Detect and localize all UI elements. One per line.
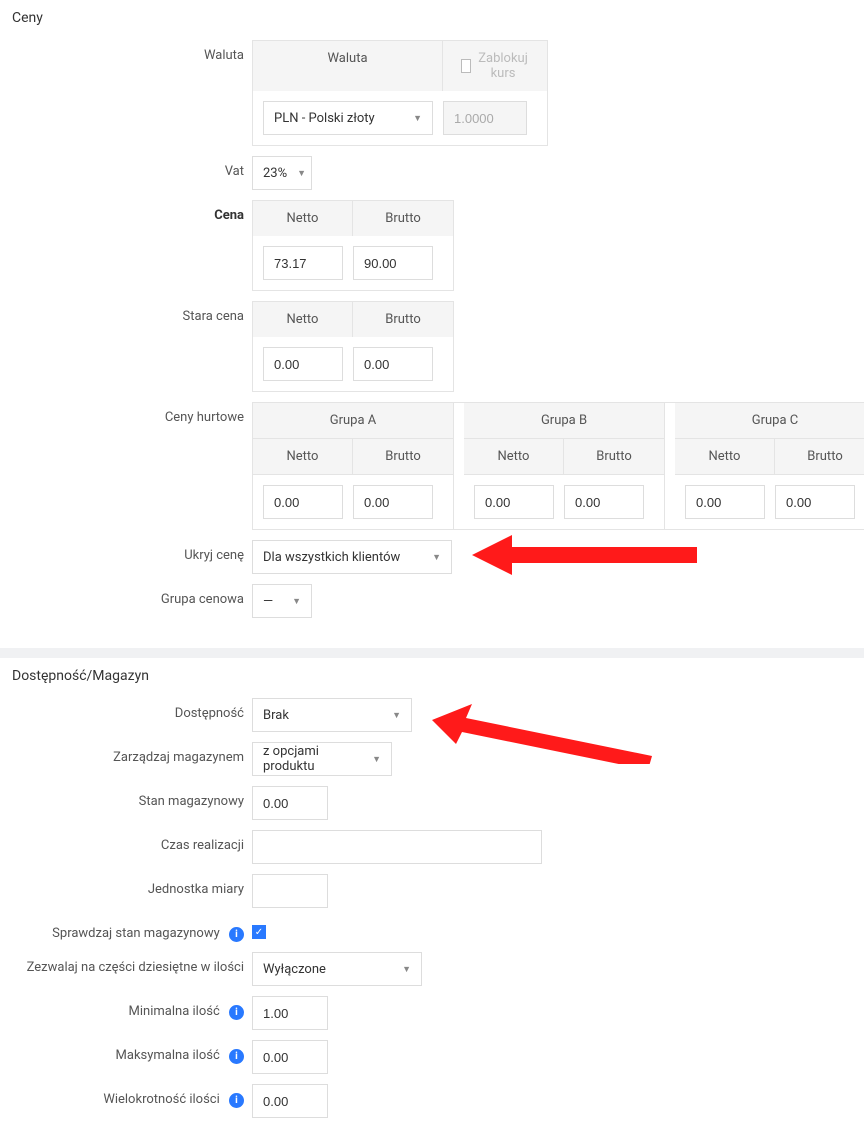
- annotation-arrow-icon: [472, 530, 702, 580]
- info-icon: i: [229, 927, 244, 942]
- hide-price-row: Ukryj cenę Dla wszystkich klientów ▼: [10, 540, 854, 574]
- max-qty-label: Maksymalna ilość i: [10, 1040, 252, 1064]
- check-stock-checkbox[interactable]: ✓: [252, 925, 266, 939]
- chevron-down-icon: ▼: [297, 168, 306, 179]
- stock-level-input[interactable]: [252, 786, 328, 820]
- price-brutto-input[interactable]: [353, 246, 433, 280]
- price-group-select[interactable]: — ▼: [252, 584, 312, 618]
- old-price-brutto-input[interactable]: [353, 347, 433, 381]
- group-a-brutto[interactable]: [353, 485, 433, 519]
- chevron-down-icon: ▼: [292, 596, 301, 607]
- info-icon: i: [229, 1005, 244, 1020]
- min-qty-row: Minimalna ilość i: [10, 996, 854, 1030]
- max-qty-input[interactable]: [252, 1040, 328, 1074]
- group-b-brutto[interactable]: [564, 485, 644, 519]
- lock-rate-checkbox[interactable]: [461, 59, 471, 73]
- wholesale-label: Ceny hurtowe: [10, 402, 252, 425]
- vat-row: Vat 23% ▼: [10, 156, 854, 190]
- rate-input: [443, 101, 527, 135]
- group-name: Grupa A: [253, 403, 453, 438]
- prices-title: Ceny: [10, 10, 854, 26]
- brutto-header: Brutto: [353, 201, 453, 236]
- price-netto-input[interactable]: [263, 246, 343, 280]
- min-qty-label: Minimalna ilość i: [10, 996, 252, 1020]
- wholesale-group-b: Grupa B Netto Brutto: [464, 403, 665, 529]
- currency-box: Waluta Zablokuj kurs PLN - Polski złoty …: [252, 40, 548, 146]
- max-qty-row: Maksymalna ilość i: [10, 1040, 854, 1074]
- min-qty-input[interactable]: [252, 996, 328, 1030]
- stock-level-label: Stan magazynowy: [10, 786, 252, 809]
- old-price-box: Netto Brutto: [252, 301, 454, 392]
- stock-level-row: Stan magazynowy: [10, 786, 854, 820]
- price-label: Cena: [10, 200, 252, 223]
- unit-label: Jednostka miary: [10, 874, 252, 897]
- check-stock-row: Sprawdzaj stan magazynowy i ✓: [10, 918, 854, 942]
- lock-rate-cell: Zablokuj kurs: [443, 41, 547, 91]
- manage-label: Zarządzaj magazynem: [10, 742, 252, 765]
- chevron-down-icon: ▼: [392, 710, 401, 721]
- chevron-down-icon: ▼: [402, 964, 411, 975]
- lock-rate-label: Zablokuj kurs: [477, 51, 529, 81]
- price-group-label: Grupa cenowa: [10, 584, 252, 607]
- wholesale-row: Ceny hurtowe Grupa A Netto Brutto: [10, 402, 854, 530]
- chevron-down-icon: ▼: [372, 754, 381, 765]
- group-c-brutto[interactable]: [775, 485, 855, 519]
- currency-label: Waluta: [10, 40, 252, 63]
- wholesale-group-a: Grupa A Netto Brutto: [253, 403, 454, 529]
- multiplicity-input[interactable]: [252, 1084, 328, 1118]
- decimal-row: Zezwalaj na części dziesiętne w ilości W…: [10, 952, 854, 986]
- prices-section: Ceny Waluta Waluta Zablokuj kurs PLN - P: [0, 0, 864, 648]
- section-divider: [0, 648, 864, 658]
- stock-section: Dostępność/Magazyn Dostępność Brak ▼ Zar…: [0, 658, 864, 1148]
- group-b-netto[interactable]: [474, 485, 554, 519]
- decimal-select[interactable]: Wyłączone ▼: [252, 952, 422, 986]
- unit-row: Jednostka miary: [10, 874, 854, 908]
- wholesale-group-c: Grupa C Netto Brutto: [675, 403, 864, 529]
- group-a-netto[interactable]: [263, 485, 343, 519]
- netto-header: Netto: [253, 201, 353, 236]
- check-stock-label: Sprawdzaj stan magazynowy i: [10, 918, 252, 942]
- price-row: Cena Netto Brutto: [10, 200, 854, 291]
- netto-header: Netto: [253, 302, 353, 337]
- currency-row: Waluta Waluta Zablokuj kurs PLN - Polski…: [10, 40, 854, 146]
- chevron-down-icon: ▼: [432, 552, 441, 563]
- wholesale-box: Grupa A Netto Brutto Grupa B: [252, 402, 864, 530]
- hide-price-select[interactable]: Dla wszystkich klientów ▼: [252, 540, 452, 574]
- currency-header: Waluta: [253, 41, 443, 91]
- stock-title: Dostępność/Magazyn: [10, 668, 854, 684]
- group-name: Grupa C: [675, 403, 864, 438]
- old-price-netto-input[interactable]: [263, 347, 343, 381]
- info-icon: i: [229, 1093, 244, 1108]
- availability-select[interactable]: Brak ▼: [252, 698, 412, 732]
- chevron-down-icon: ▼: [413, 113, 422, 124]
- multiplicity-row: Wielokrotność ilości i: [10, 1084, 854, 1118]
- vat-label: Vat: [10, 156, 252, 179]
- manage-select[interactable]: z opcjami produktu ▼: [252, 742, 392, 776]
- vat-select[interactable]: 23% ▼: [252, 156, 312, 190]
- info-icon: i: [229, 1049, 244, 1064]
- lead-time-input[interactable]: [252, 830, 542, 864]
- group-c-netto[interactable]: [685, 485, 765, 519]
- multiplicity-label: Wielokrotność ilości i: [10, 1084, 252, 1108]
- brutto-header: Brutto: [353, 302, 453, 337]
- manage-row: Zarządzaj magazynem z opcjami produktu ▼: [10, 742, 854, 776]
- old-price-row: Stara cena Netto Brutto: [10, 301, 854, 392]
- price-box: Netto Brutto: [252, 200, 454, 291]
- unit-input[interactable]: [252, 874, 328, 908]
- lead-time-row: Czas realizacji: [10, 830, 854, 864]
- availability-row: Dostępność Brak ▼: [10, 698, 854, 732]
- lead-time-label: Czas realizacji: [10, 830, 252, 853]
- hide-price-label: Ukryj cenę: [10, 540, 252, 563]
- old-price-label: Stara cena: [10, 301, 252, 324]
- currency-select[interactable]: PLN - Polski złoty ▼: [263, 101, 433, 135]
- price-group-row: Grupa cenowa — ▼: [10, 584, 854, 618]
- availability-label: Dostępność: [10, 698, 252, 721]
- group-name: Grupa B: [464, 403, 664, 438]
- decimal-label: Zezwalaj na części dziesiętne w ilości: [10, 952, 252, 975]
